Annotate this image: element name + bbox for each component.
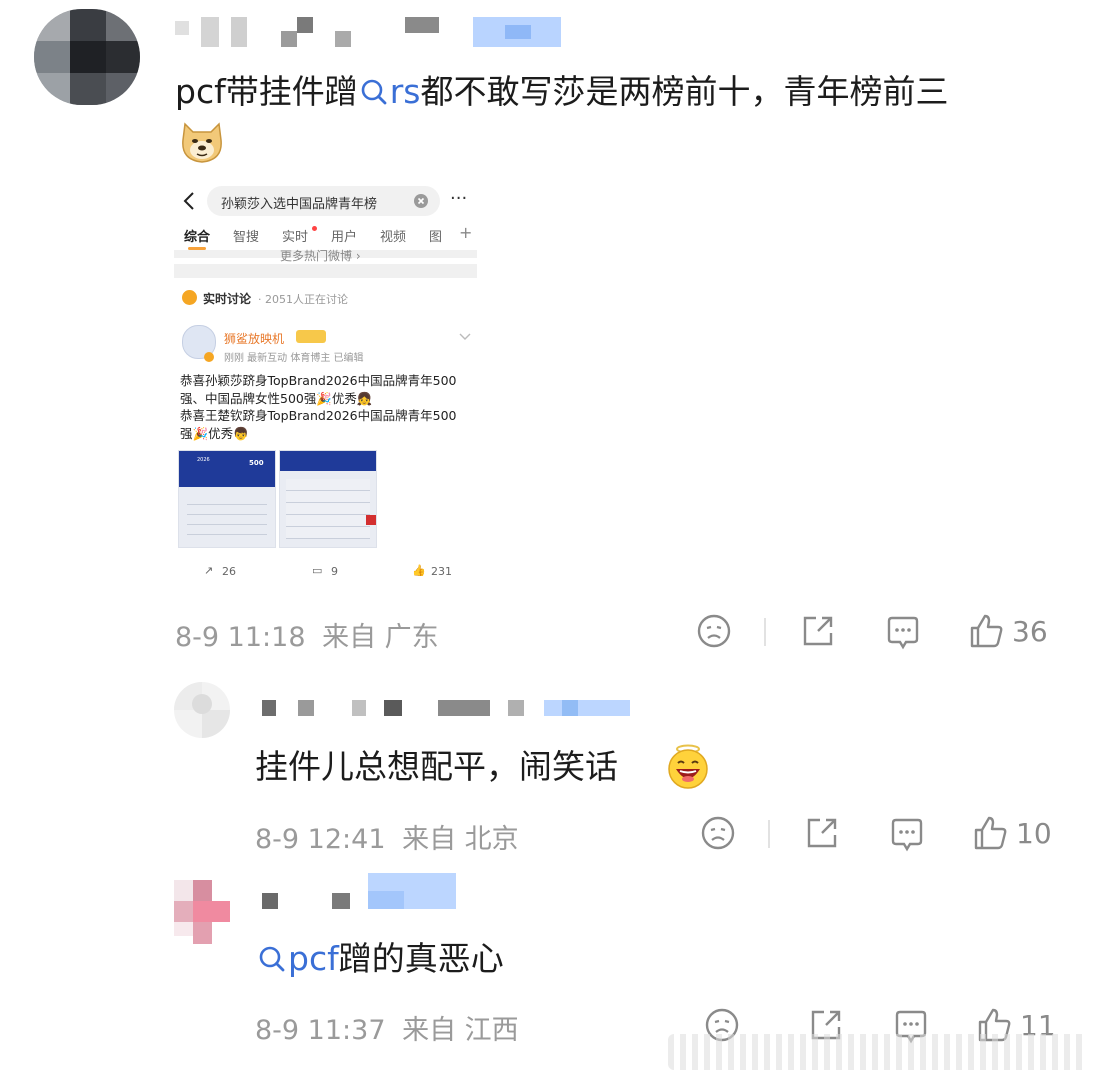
post-line: 恭喜王楚钦跻身TopBrand2026中国品牌青年500 [180,408,457,423]
comment-meta: 8-9 12:41 来自 北京 [255,817,519,856]
dislike-button[interactable] [700,815,736,851]
like-count: 231 [431,565,452,578]
comment-text-suffix: 蹭的真恶心 [338,939,504,978]
search-icon [259,946,285,972]
discussion-icon [182,290,197,305]
more-hot: 更多热门微博 › [280,249,361,263]
dislike-button[interactable] [696,613,732,649]
comment-text-prefix: pcf带挂件蹭 [175,72,358,111]
comment-text: 挂件儿总想配平，闹笑话 [255,745,618,789]
comment-meta: 8-9 11:18 来自 广东 [175,615,439,654]
chevron-down-icon [459,333,471,340]
like-icon [974,816,1007,850]
comment-icon: ▭ [312,564,323,577]
post-image-2-header [280,451,376,471]
post-image-1-table [187,495,267,541]
comment-icon [891,818,923,852]
avatar[interactable] [174,682,230,738]
post-body: 恭喜孙颖莎跻身TopBrand2026中国品牌青年500 强、中国品牌女性500… [180,372,457,442]
comment-location: 来自 江西 [402,1015,519,1046]
post-image-1: 2026 500 [178,450,276,548]
poster-name: 狮鲨放映机 [224,332,285,346]
like-icon [970,614,1003,648]
comment-text-suffix: 都不敢写莎是两榜前十，青年榜前三 [420,72,949,111]
doge-emoji [182,122,222,163]
search-bar-text: 孙颖莎入选中国品牌青年榜 [221,197,378,212]
laugh-emoji [668,744,708,789]
poster-level-badge [296,330,326,343]
post-image-1-header [179,451,275,487]
back-arrow-icon [183,192,194,210]
comment-icon [887,616,919,650]
tab-comprehensive: 综合 [184,230,211,245]
comment-location: 来自 北京 [402,824,519,855]
share-button[interactable] [800,613,836,649]
discussion-count: · 2051人正在讨论 [258,293,348,306]
post-line: 恭喜孙颖莎跻身TopBrand2026中国品牌青年500 [180,373,457,388]
sad-icon [701,816,735,850]
repost-icon: ↗ [204,564,214,577]
share-icon [807,818,837,848]
tab-users: 用户 [331,230,358,245]
like-count: 10 [1016,816,1052,850]
like-button[interactable]: 36 [968,613,1048,649]
watermark [668,1034,1088,1070]
comment-time: 8-9 12:41 [255,824,386,855]
post-line: 强、中国品牌女性500强🎉优秀👧 [180,390,373,406]
search-tag-link[interactable]: pcf [258,939,339,978]
clear-icon [414,194,428,208]
share-button[interactable] [804,815,840,851]
search-tag-link[interactable]: rs [358,72,421,111]
post-image-1-badge: 500 [249,459,264,467]
repost-count: 26 [222,565,236,578]
comment-button[interactable] [884,613,922,651]
screenshot-actions: ↗ 26 ▭ 9 👍 231 [174,560,477,584]
search-tag-text: pcf [288,939,339,978]
poster-meta: 刚刚 最新互动 体育博主 已编辑 [224,353,364,364]
divider [764,618,766,646]
comment-time: 8-9 11:18 [175,622,306,653]
comment-location: 来自 广东 [322,622,439,653]
like-button[interactable]: 10 [972,815,1052,851]
more-icon: ··· [450,188,468,209]
comment-text: pcf蹭的真恶心 [258,937,504,981]
plus-icon: + [459,223,473,242]
comment-time: 8-9 11:37 [255,1015,386,1046]
like-icon: 👍 [412,564,426,577]
like-count: 36 [1012,614,1048,648]
username-blurred[interactable] [262,700,632,718]
tab-smart: 智搜 [233,230,260,245]
username-blurred[interactable] [175,17,565,51]
post-image-2-marker [366,515,376,525]
discussion-title: 实时讨论 [203,292,252,306]
username-blurred[interactable] [262,873,462,913]
realtime-dot [312,226,317,231]
comment-button[interactable] [888,815,926,853]
comment-text: pcf带挂件蹭 rs都不敢写莎是两榜前十，青年榜前三 [175,70,948,114]
post-image-2 [279,450,377,548]
comment-text-body: 挂件儿总想配平，闹笑话 [255,747,618,786]
comment-meta: 8-9 11:37 来自 江西 [255,1008,519,1047]
search-icon [361,79,387,105]
tab-video: 视频 [380,230,407,245]
tab-images: 图 [429,230,443,245]
search-tag-text: rs [389,72,421,111]
sad-icon [697,614,731,648]
embedded-screenshot[interactable]: 孙颖莎入选中国品牌青年榜 ··· 综合 智搜 实时 用户 视频 图 + 更多热门… [174,180,477,586]
post-image-2-table [286,479,370,539]
share-icon [803,616,833,646]
post-image-1-year: 2026 [197,457,210,463]
search-bar: 孙颖莎入选中国品牌青年榜 [207,186,440,216]
verified-badge [204,352,214,362]
tab-realtime: 实时 [282,230,309,245]
avatar[interactable] [34,9,140,105]
comment-count: 9 [331,565,338,578]
divider [768,820,770,848]
avatar[interactable] [174,880,230,944]
post-line: 强🎉优秀👦 [180,425,249,441]
